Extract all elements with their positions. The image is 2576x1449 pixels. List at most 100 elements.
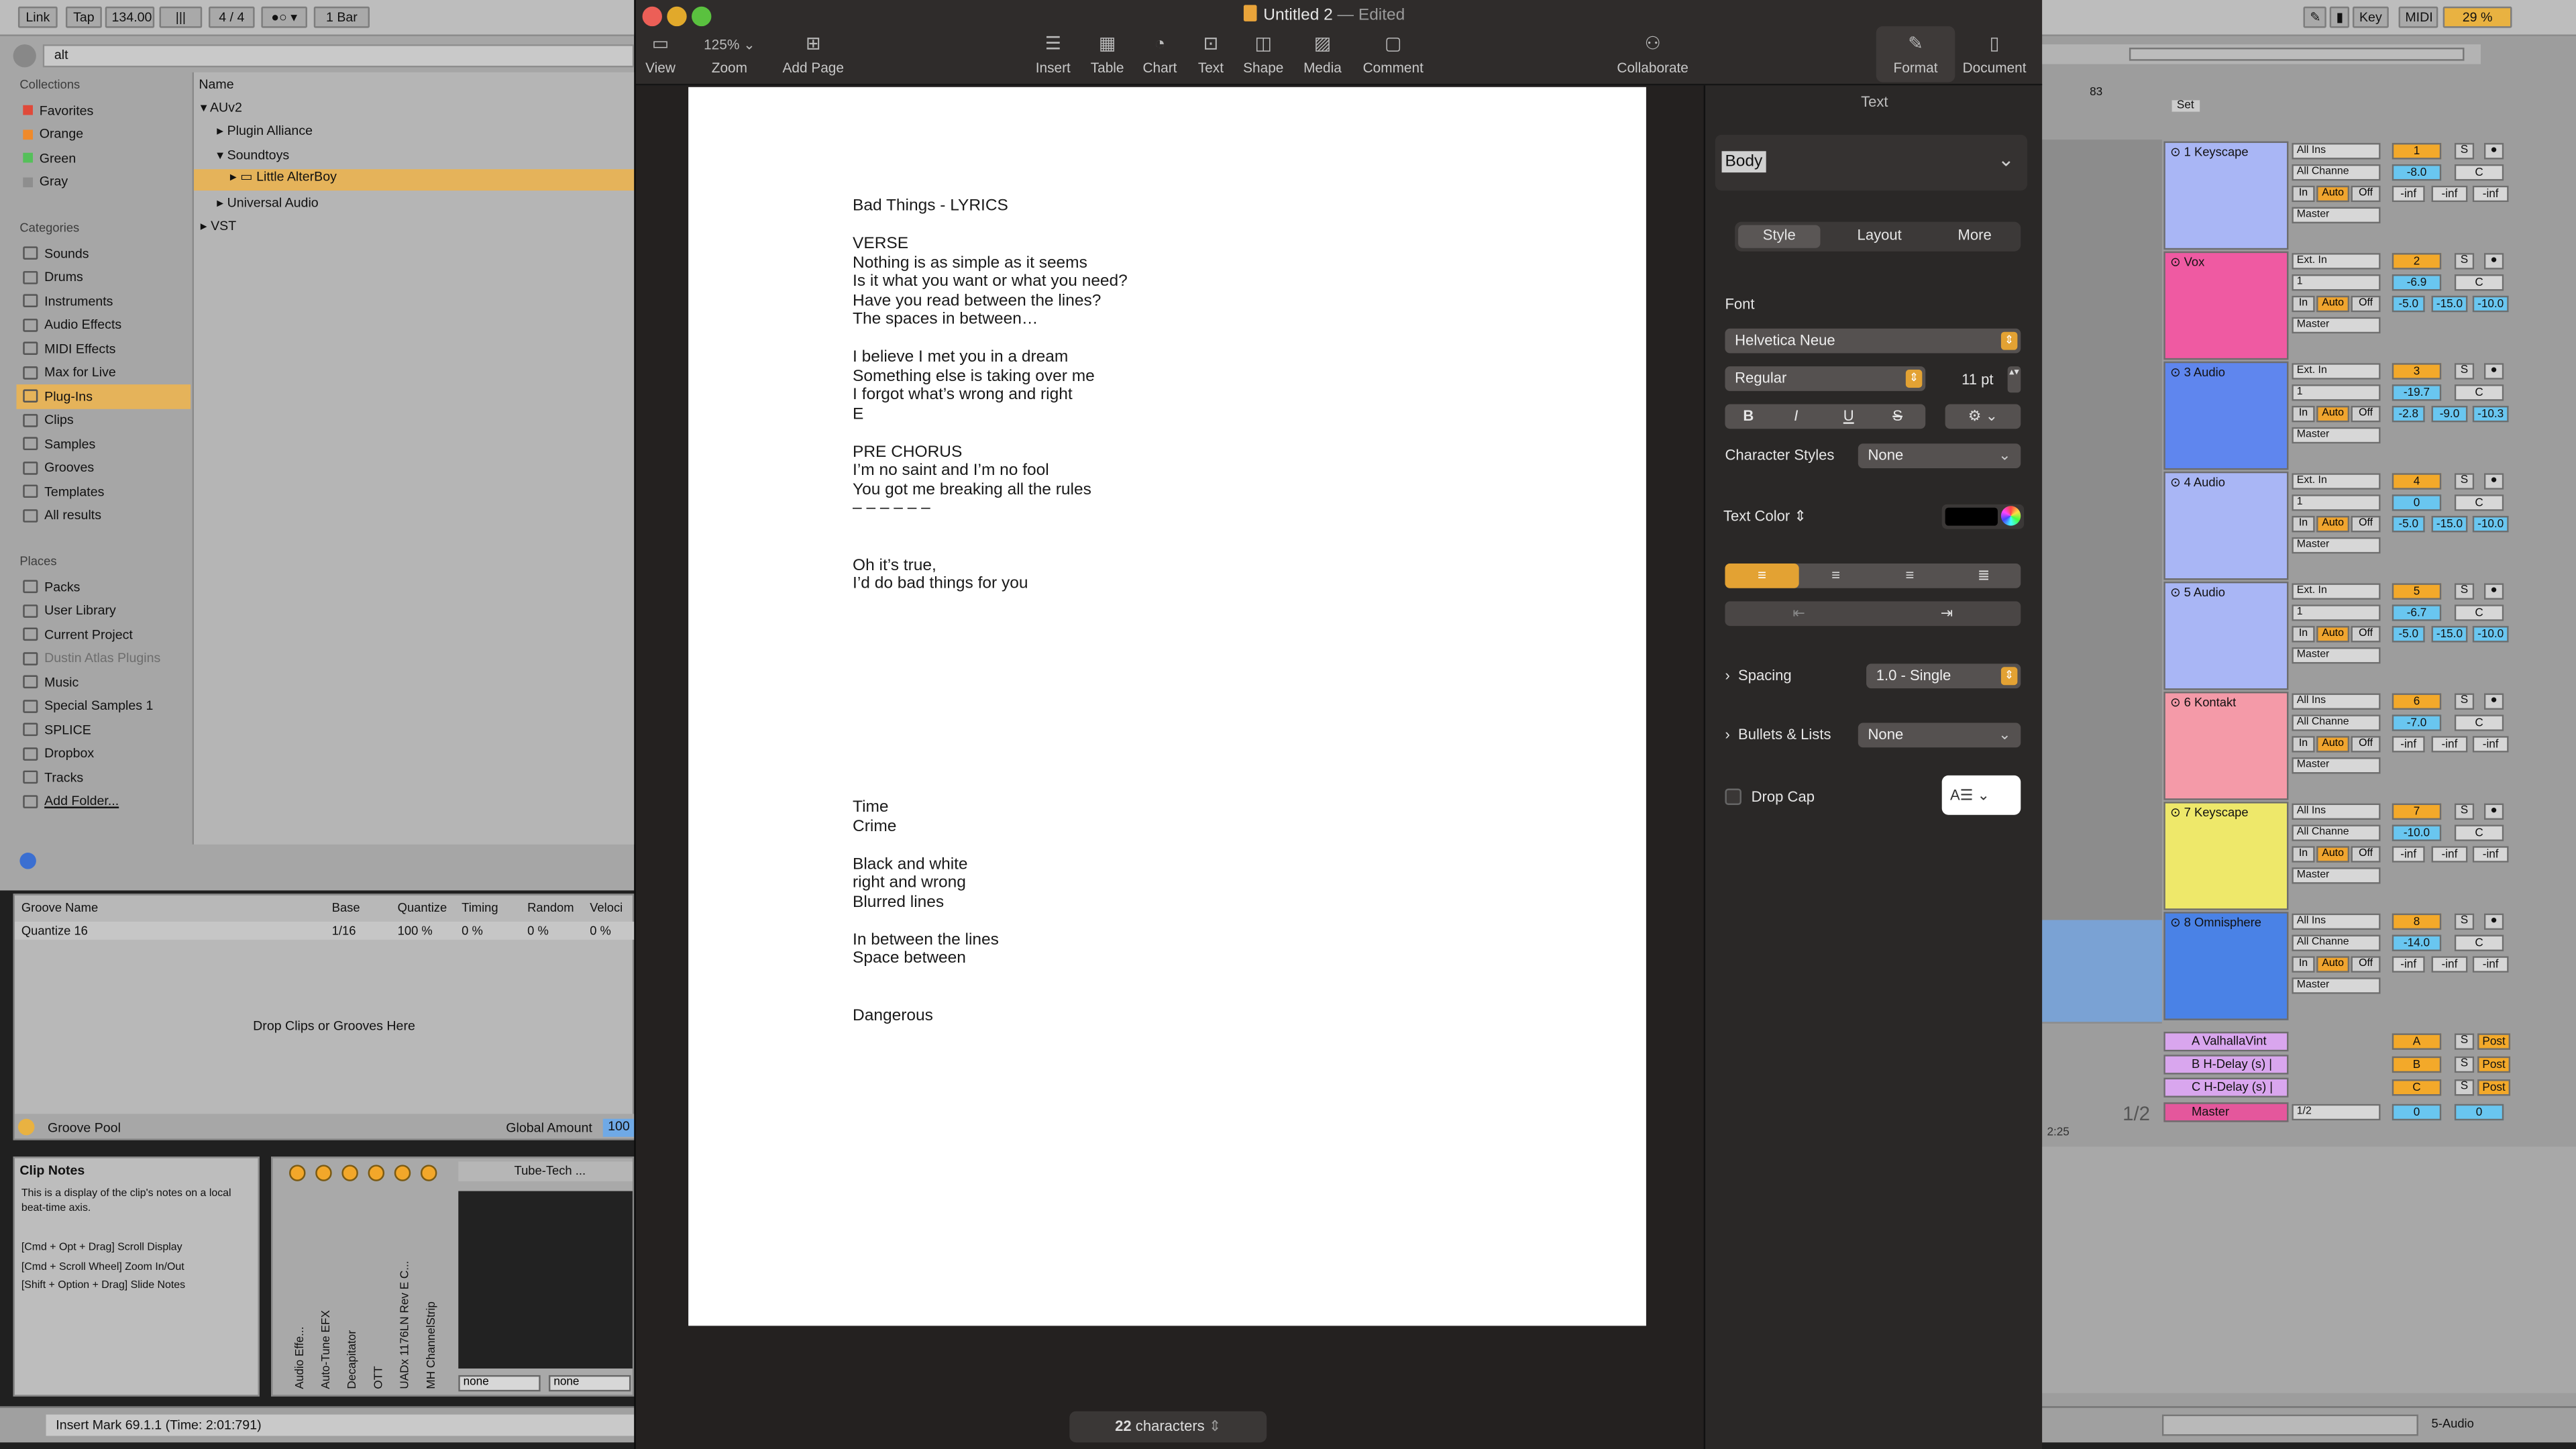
groove-pool-icon[interactable] <box>17 1118 35 1136</box>
monitor-in-button[interactable]: In <box>2292 185 2315 203</box>
bold-button[interactable]: B <box>1743 407 1754 423</box>
tab-style[interactable]: Style <box>1738 227 1820 243</box>
monitor-off-button[interactable]: Off <box>2351 405 2381 423</box>
tree-item-universal-audio[interactable]: ▸ Universal Audio <box>217 195 318 210</box>
close-window-button[interactable] <box>642 6 662 27</box>
track-output[interactable]: Master <box>2292 207 2381 224</box>
font-size-field[interactable]: 11 pt <box>1962 371 1993 387</box>
arm-button[interactable]: ● <box>2483 803 2504 820</box>
view-button[interactable]: ▭ View <box>643 33 679 75</box>
insert-button[interactable]: ☰ Insert <box>1030 33 1077 75</box>
monitor-auto-button[interactable]: Auto <box>2316 956 2350 973</box>
key-map-button[interactable]: Key <box>2352 6 2389 28</box>
monitor-auto-button[interactable]: Auto <box>2316 185 2350 203</box>
solo-button[interactable]: S <box>2454 363 2475 380</box>
track-volume[interactable]: -6.9 <box>2392 274 2442 291</box>
drop-cap-checkbox[interactable] <box>1725 788 1741 806</box>
place-dropbox[interactable]: Dropbox <box>23 742 160 766</box>
track-input-type[interactable]: All Ins <box>2292 913 2381 930</box>
track-input-type[interactable]: All Ins <box>2292 143 2381 160</box>
track-number-button[interactable]: 6 <box>2392 693 2442 710</box>
browser-settings-icon[interactable] <box>19 853 36 869</box>
monitor-in-button[interactable]: In <box>2292 956 2315 973</box>
place-music[interactable]: Music <box>23 670 160 694</box>
device-power-icon[interactable] <box>341 1165 358 1181</box>
track-number-button[interactable]: 2 <box>2392 253 2442 270</box>
send-a[interactable]: -2.8 <box>2392 405 2425 423</box>
track-output[interactable]: Master <box>2292 867 2381 884</box>
align-center-button[interactable]: ≡ <box>1799 564 1873 588</box>
track-input-channel[interactable]: All Channe <box>2292 934 2381 951</box>
align-left-button[interactable]: ≡ <box>1725 564 1799 588</box>
pencil-icon[interactable]: ▮ <box>2329 6 2350 28</box>
record-mode-icon[interactable]: ●○ ▾ <box>261 6 307 28</box>
tab-more[interactable]: More <box>1929 227 2021 243</box>
word-count-button[interactable]: 22 characters ⇕ <box>1069 1411 1267 1443</box>
track-input-channel[interactable]: All Channe <box>2292 164 2381 181</box>
device-output-select[interactable]: none <box>548 1375 631 1392</box>
font-family-select[interactable]: Helvetica Neue ⇕ <box>1725 328 2021 354</box>
clip-slot-omnisphere[interactable] <box>2040 920 2162 1022</box>
arm-button[interactable]: ● <box>2483 363 2504 380</box>
category-instruments[interactable]: Instruments <box>23 289 191 313</box>
category-max-for-live[interactable]: Max for Live <box>23 361 191 385</box>
track-input-channel[interactable]: 1 <box>2292 604 2381 621</box>
track-input-type[interactable]: Ext. In <box>2292 473 2381 490</box>
track-number-button[interactable]: 4 <box>2392 473 2442 490</box>
monitor-in-button[interactable]: In <box>2292 295 2315 313</box>
tree-item-vst[interactable]: ▸ VST <box>201 219 236 233</box>
justify-button[interactable]: ≣ <box>1947 564 2021 588</box>
paragraph-style-menu[interactable]: Body ⌄ <box>1715 134 2028 191</box>
track-output[interactable]: Master <box>2292 977 2381 994</box>
master-pan[interactable]: 0 <box>2454 1104 2504 1121</box>
arm-button[interactable]: ● <box>2483 693 2504 710</box>
browser-search-input[interactable]: alt <box>42 44 635 68</box>
return-track-a[interactable]: A ValhallaVint <box>2163 1031 2289 1052</box>
track-number-button[interactable]: 5 <box>2392 583 2442 600</box>
track-pan[interactable]: C <box>2454 494 2504 511</box>
minimize-window-button[interactable] <box>667 6 687 27</box>
track-output[interactable]: Master <box>2292 647 2381 664</box>
font-size-stepper[interactable]: ▴▾ <box>2007 366 2021 393</box>
lyrics-text-block-1[interactable]: Bad Things - LYRICS VERSE Nothing is as s… <box>853 197 1128 594</box>
document-page[interactable]: Bad Things - LYRICS VERSE Nothing is as s… <box>688 87 1646 1326</box>
send-a[interactable]: -inf <box>2392 185 2425 203</box>
send-a[interactable]: -5.0 <box>2392 295 2425 313</box>
arm-button[interactable]: ● <box>2483 253 2504 270</box>
monitor-in-button[interactable]: In <box>2292 515 2315 533</box>
master-output[interactable]: 1/2 <box>2292 1104 2381 1121</box>
place-tracks[interactable]: Tracks <box>23 765 160 790</box>
device-input-select[interactable]: none <box>458 1375 541 1392</box>
monitor-auto-button[interactable]: Auto <box>2316 295 2350 313</box>
bullets-lists-label[interactable]: › Bullets & Lists <box>1725 726 1831 742</box>
collaborate-button[interactable]: ⚇ Collaborate <box>1611 33 1693 75</box>
track-volume[interactable]: -6.7 <box>2392 604 2442 621</box>
track-input-type[interactable]: Ext. In <box>2292 363 2381 380</box>
groove-cell-2[interactable]: 100 % <box>398 923 433 938</box>
category-samples[interactable]: Samples <box>23 432 191 456</box>
send-a[interactable]: -inf <box>2392 846 2425 863</box>
post-button[interactable]: Post <box>2477 1056 2511 1073</box>
solo-button[interactable]: S <box>2454 1079 2475 1096</box>
tubetech-device-title[interactable]: Tube-Tech ... <box>458 1161 633 1181</box>
tempo-field[interactable]: 134.00 <box>105 6 155 28</box>
monitor-in-button[interactable]: In <box>2292 846 2315 863</box>
arm-button[interactable]: ● <box>2483 473 2504 490</box>
send-c[interactable]: -10.0 <box>2472 626 2509 643</box>
device-power-icon[interactable] <box>394 1165 411 1181</box>
solo-button[interactable]: S <box>2454 803 2475 820</box>
post-button[interactable]: Post <box>2477 1079 2511 1096</box>
format-button[interactable]: ✎ Format <box>1881 33 1950 75</box>
comment-button[interactable]: ▢ Comment <box>1358 33 1428 75</box>
monitor-off-button[interactable]: Off <box>2351 736 2381 753</box>
groove-row[interactable]: Quantize 16 1/16 100 % 0 % 0 % 0 % <box>15 921 636 940</box>
track-number-button[interactable]: 3 <box>2392 363 2442 380</box>
increase-indent-button[interactable]: ⇥ <box>1873 601 2021 626</box>
tap-button[interactable]: Tap <box>65 6 102 28</box>
place-splice[interactable]: SPLICE <box>23 718 160 742</box>
category-sounds[interactable]: Sounds <box>23 241 191 266</box>
track-output[interactable]: Master <box>2292 317 2381 334</box>
track-output[interactable]: Master <box>2292 537 2381 554</box>
global-amount-field[interactable]: 100 <box>602 1118 636 1137</box>
track-input-channel[interactable]: 1 <box>2292 274 2381 291</box>
